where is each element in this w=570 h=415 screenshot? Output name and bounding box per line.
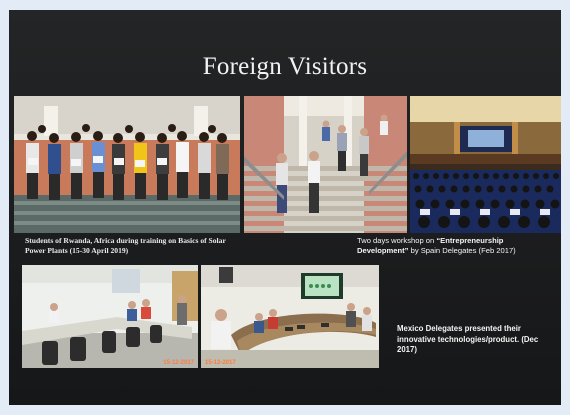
- mexico-meeting-right-image: [201, 265, 379, 368]
- presentation-slide: Foreign Visitors Students of Rwanda, Afr…: [9, 10, 561, 405]
- mexico-caption: Mexico Delegates presented their innovat…: [397, 324, 539, 354]
- mexico-meeting-left-image: [22, 265, 198, 368]
- rwanda-students-image: [14, 96, 240, 233]
- auditorium-photo: [410, 96, 561, 233]
- auditorium-image: [410, 96, 561, 233]
- spain-delegates-image: [244, 96, 407, 233]
- page-frame: Foreign Visitors Students of Rwanda, Afr…: [0, 0, 570, 415]
- spain-caption-suffix: by Spain Delegates (Feb 2017): [408, 246, 516, 255]
- spain-caption-prefix: Two days workshop on: [357, 236, 437, 245]
- rwanda-caption: Students of Rwanda, Africa during traini…: [25, 236, 226, 255]
- photo-date-stamp-right: 15-12-2017: [205, 360, 236, 366]
- rwanda-students-photo: [14, 96, 240, 233]
- photo-date-stamp-left: 15-12-2017: [163, 360, 194, 366]
- mexico-meeting-photo-left: 15-12-2017: [22, 265, 198, 368]
- mexico-meeting-photo-right: 15-12-2017: [201, 265, 379, 368]
- spain-delegates-photo: [244, 96, 407, 233]
- spain-caption: Two days workshop on “Entrepreneurship D…: [357, 236, 557, 256]
- slide-title: Foreign Visitors: [202, 53, 368, 80]
